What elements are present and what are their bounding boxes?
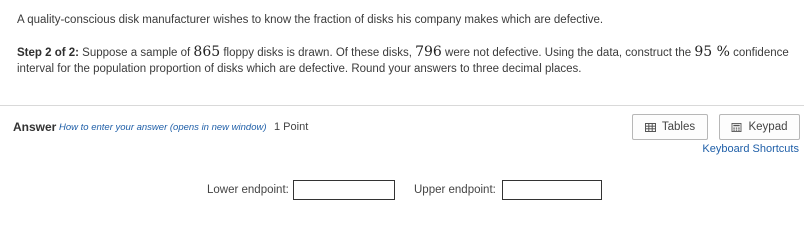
calculator-icon [732, 122, 742, 132]
answer-label: Answer [13, 120, 57, 134]
step-text-1: Suppose a sample of [78, 47, 194, 59]
not-defective-count: 796 [415, 44, 442, 60]
how-to-enter-link[interactable]: How to enter your answer (opens in new w… [59, 122, 267, 133]
tables-label: Tables [661, 121, 696, 133]
keypad-label: Keypad [748, 121, 788, 133]
table-grid-icon [644, 122, 656, 132]
upper-endpoint-label: Upper endpoint: [414, 184, 496, 196]
sample-size: 865 [193, 44, 221, 60]
keyboard-shortcuts-link[interactable]: Keyboard Shortcuts [702, 143, 799, 155]
question-page: A quality-conscious disk manufacturer wi… [0, 0, 804, 242]
lower-endpoint-input[interactable] [293, 180, 395, 200]
question-block: A quality-conscious disk manufacturer wi… [0, 0, 804, 106]
question-intro: A quality-conscious disk manufacturer wi… [17, 14, 604, 26]
keypad-button[interactable]: Keypad [719, 114, 800, 140]
question-step: Step 2 of 2: Suppose a sample of 865 flo… [17, 44, 797, 77]
step-text-2: floppy disks is drawn. Of these disks, [220, 47, 416, 59]
tables-button[interactable]: Tables [632, 114, 708, 140]
confidence-level: 95 % [694, 44, 730, 60]
upper-endpoint-input[interactable] [502, 180, 602, 200]
step-text-3: were not defective. Using the data, cons… [441, 47, 695, 59]
step-label: Step 2 of 2: [17, 47, 79, 59]
lower-endpoint-label: Lower endpoint: [207, 184, 289, 196]
points-value: 1 Point [274, 121, 309, 133]
